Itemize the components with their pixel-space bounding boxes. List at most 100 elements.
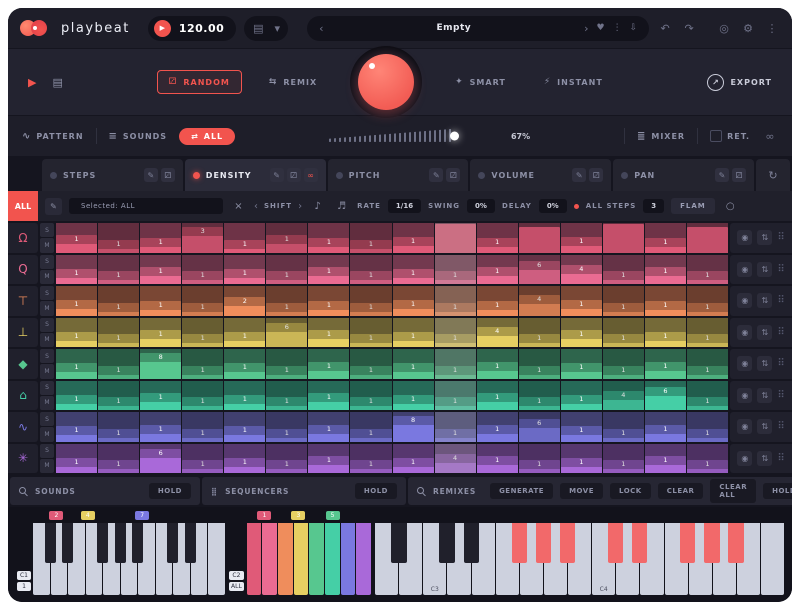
step-cell[interactable]: 1 [644, 412, 686, 442]
step-cell[interactable]: 1 [392, 380, 434, 410]
shift-right-button[interactable]: › [298, 201, 302, 212]
step-cell[interactable]: 1 [266, 349, 308, 379]
black-key[interactable] [132, 523, 144, 564]
step-cell[interactable]: 1 [56, 443, 98, 473]
step-cell[interactable]: 1 [602, 317, 644, 347]
black-key[interactable] [728, 523, 744, 564]
black-key[interactable] [439, 523, 455, 564]
step-cell[interactable]: 1 [686, 380, 728, 410]
step-cell[interactable]: 1 [182, 412, 224, 442]
step-cell[interactable]: 1 [476, 254, 518, 284]
step-cell[interactable]: 1 [602, 254, 644, 284]
step-cell[interactable]: 1 [140, 412, 182, 442]
step-cell[interactable]: 1 [686, 412, 728, 442]
step-cell[interactable]: 6 [518, 254, 560, 284]
solo-button[interactable]: S [40, 412, 54, 427]
step-cell[interactable]: 1 [266, 412, 308, 442]
all-steps-value[interactable]: 3 [643, 199, 665, 213]
step-cell[interactable]: 1 [434, 380, 476, 410]
play-button[interactable]: ▶ [153, 19, 171, 37]
step-cell[interactable]: 1 [182, 317, 224, 347]
mute-button[interactable]: M [40, 301, 54, 316]
step-cell[interactable]: 1 [308, 286, 350, 316]
drum-icon[interactable]: ⌂ [8, 380, 38, 410]
favorite-heart-icon[interactable]: ♥ [597, 23, 605, 33]
hihat-icon[interactable]: ⊥ [8, 317, 38, 347]
step-cell[interactable]: 1 [224, 349, 266, 379]
grip-icon[interactable]: ⠿ [777, 327, 784, 338]
step-cell[interactable]: 1 [602, 412, 644, 442]
tab-volume[interactable]: VOLUME ✎ ⚂ ∞ [470, 159, 612, 191]
filter-icon[interactable]: ⇅ [757, 387, 773, 403]
black-key[interactable] [44, 523, 57, 564]
step-cell[interactable]: 1 [182, 254, 224, 284]
tab-pan[interactable]: PAN ✎ ⚂ ∞ [613, 159, 754, 191]
step-cell[interactable]: 1 [644, 254, 686, 284]
sound-key-7[interactable] [340, 523, 356, 595]
step-cell[interactable]: 1 [308, 349, 350, 379]
sound-key-4[interactable] [293, 523, 309, 595]
step-cell[interactable]: 1 [518, 443, 560, 473]
black-key[interactable] [511, 523, 528, 564]
lock-icon[interactable]: ∞ [303, 168, 318, 182]
dice-icon[interactable]: ⚂ [160, 168, 175, 182]
step-cell[interactable]: 1 [476, 380, 518, 410]
retrigger-toggle[interactable]: RET. [710, 130, 750, 142]
step-cell[interactable]: 1 [182, 380, 224, 410]
step-cell[interactable]: 1 [518, 317, 560, 347]
step-cell[interactable]: 1 [56, 317, 98, 347]
step-cell[interactable]: 1 [350, 223, 392, 253]
step-cell[interactable]: 1 [56, 380, 98, 410]
step-cell[interactable]: 1 [56, 254, 98, 284]
preset-next-button[interactable]: › [584, 22, 588, 35]
step-cell[interactable]: 1 [476, 412, 518, 442]
step-cell[interactable]: 1 [98, 223, 140, 253]
solo-button[interactable]: S [40, 286, 54, 301]
lock-button[interactable]: LOCK [610, 483, 651, 499]
all-pill-button[interactable]: ⇄ ALL [179, 127, 236, 145]
solo-button[interactable]: S [40, 223, 54, 238]
step-cell[interactable]: 1 [476, 443, 518, 473]
step-cell[interactable]: 1 [182, 286, 224, 316]
filter-icon[interactable]: ⇅ [757, 293, 773, 309]
mute-button[interactable]: M [40, 458, 54, 473]
white-key[interactable] [761, 523, 785, 595]
step-cell[interactable]: 1 [224, 223, 266, 253]
step-cell[interactable]: 1 [644, 349, 686, 379]
pencil-icon[interactable]: ✎ [269, 168, 284, 182]
generate-button[interactable]: GENERATE [490, 483, 554, 499]
step-cell[interactable]: 3 [182, 223, 224, 253]
step-cell[interactable]: 1 [308, 223, 350, 253]
filter-icon[interactable]: ⇅ [757, 450, 773, 466]
step-cell[interactable]: 1 [56, 349, 98, 379]
step-cell[interactable]: 1 [392, 286, 434, 316]
randomizer-knob[interactable] [358, 54, 415, 110]
step-cell[interactable]: 1 [476, 349, 518, 379]
circle-icon[interactable]: ○ [722, 198, 739, 215]
step-cell[interactable]: 1 [350, 412, 392, 442]
black-key[interactable] [631, 523, 648, 564]
black-key[interactable] [559, 523, 576, 564]
white-key[interactable] [208, 523, 226, 595]
note-icon[interactable]: ♪ [309, 198, 326, 215]
step-cell[interactable]: 4 [476, 317, 518, 347]
step-cell[interactable]: 1 [602, 286, 644, 316]
headphones-icon[interactable]: Ω [8, 223, 38, 253]
step-cell[interactable]: 8 [140, 349, 182, 379]
triplet-notes-icon[interactable]: ♬ [333, 198, 350, 215]
step-cell[interactable]: 1 [476, 223, 518, 253]
step-cell[interactable]: 1 [560, 412, 602, 442]
mute-button[interactable]: M [40, 269, 54, 284]
step-cell[interactable]: 1 [392, 349, 434, 379]
step-cell[interactable]: 1 [518, 349, 560, 379]
download-icon[interactable]: ⇩ [630, 23, 638, 33]
step-cell[interactable]: 1 [98, 317, 140, 347]
grip-icon[interactable]: ⠿ [777, 295, 784, 306]
step-cell[interactable]: 1 [644, 286, 686, 316]
wave-icon[interactable]: ∿ [8, 412, 38, 442]
solo-button[interactable]: S [40, 349, 54, 364]
sounds-hold-button[interactable]: HOLD [148, 483, 191, 499]
keyboard-icon[interactable]: ▤ [52, 76, 62, 89]
eye-icon[interactable]: ◉ [737, 230, 753, 246]
step-cell[interactable]: 1 [518, 380, 560, 410]
